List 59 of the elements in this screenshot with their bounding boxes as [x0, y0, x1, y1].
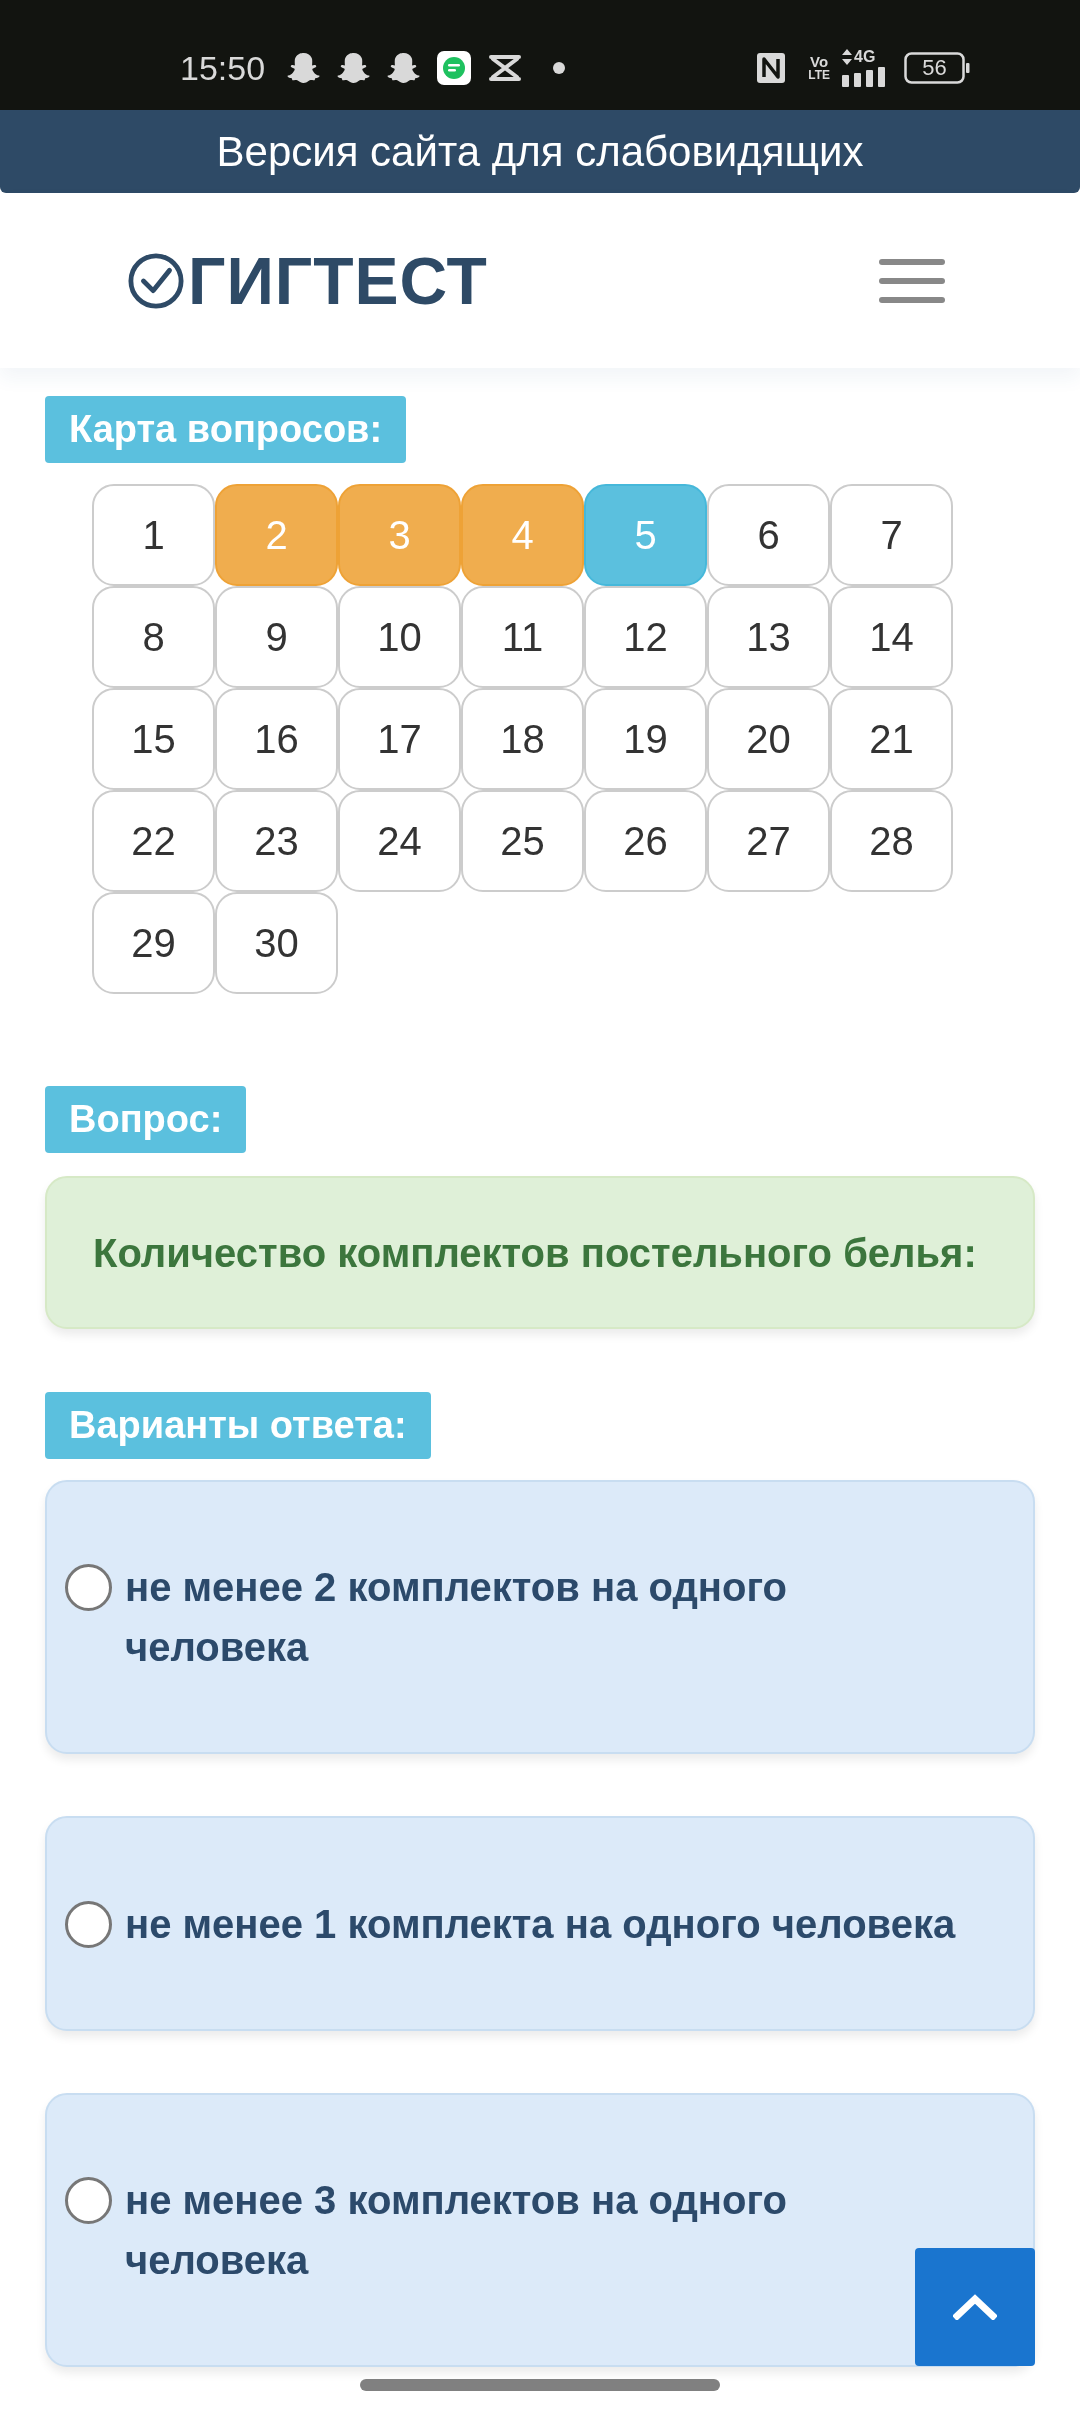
answer-text: не менее 3 комплектов на одного человека: [125, 2177, 788, 2284]
status-time: 15:50: [180, 51, 266, 85]
question-number[interactable]: 12: [584, 586, 707, 688]
question-number[interactable]: 27: [707, 790, 830, 892]
answer-card[interactable]: не менее 1 комплекта на одного человека: [45, 1816, 1035, 2031]
scroll-top-button[interactable]: [915, 2248, 1035, 2366]
ghost-icon: [337, 52, 371, 84]
question-number[interactable]: 23: [215, 790, 338, 892]
question-number[interactable]: 13: [707, 586, 830, 688]
section-label: Вопрос:: [45, 1086, 247, 1153]
radio-button[interactable]: [65, 2177, 112, 2224]
question-number[interactable]: 9: [215, 586, 338, 688]
chat-app-icon: [437, 51, 472, 85]
volte-label: Vo: [810, 54, 829, 69]
ghost-icon: [387, 52, 421, 84]
section-label: Варианты ответа:: [45, 1392, 431, 1459]
accessibility-banner[interactable]: Версия сайта для слабовидящих: [0, 110, 1080, 193]
question-number[interactable]: 6: [707, 484, 830, 586]
volte-label: LTE: [808, 69, 830, 82]
question-text: Количество комплектов постельного белья:: [93, 1229, 977, 1277]
logo-link[interactable]: ГИГТЕСТ: [128, 247, 488, 314]
question-number[interactable]: 11: [461, 586, 584, 688]
radio-button[interactable]: [65, 1900, 112, 1948]
question-number[interactable]: 22: [92, 790, 215, 892]
answer-card[interactable]: не менее 2 комплектов на одного человека: [45, 1480, 1035, 1754]
question-number[interactable]: 15: [92, 688, 215, 790]
question-number[interactable]: 20: [707, 688, 830, 790]
question-number[interactable]: 8: [92, 586, 215, 688]
question-number[interactable]: 17: [338, 688, 461, 790]
signal-icon: [842, 67, 886, 87]
answer-text: не менее 2 комплектов на одного человека: [125, 1564, 788, 1671]
radio-button[interactable]: [65, 1564, 112, 1611]
network-type-label: 4G: [854, 49, 876, 65]
question-number[interactable]: 25: [461, 790, 584, 892]
answer-text: не менее 1 комплекта на одного человека: [125, 1900, 956, 1948]
menu-icon[interactable]: [879, 258, 945, 303]
question-number[interactable]: 19: [584, 688, 707, 790]
chevron-up-icon: [953, 2294, 997, 2320]
question-number[interactable]: 30: [215, 892, 338, 994]
ghost-icon: [287, 52, 321, 84]
question-number[interactable]: 28: [830, 790, 953, 892]
notification-dot-icon: [553, 62, 566, 74]
question-number[interactable]: 26: [584, 790, 707, 892]
question-number[interactable]: 1: [92, 484, 215, 586]
section-label: Карта вопросов:: [45, 396, 407, 463]
question-number[interactable]: 10: [338, 586, 461, 688]
question-number[interactable]: 16: [215, 688, 338, 790]
question-number[interactable]: 24: [338, 790, 461, 892]
question-number[interactable]: 29: [92, 892, 215, 994]
nfc-icon: [756, 52, 787, 84]
question-number[interactable]: 14: [830, 586, 953, 688]
check-circle-icon: [128, 252, 184, 309]
question-number[interactable]: 21: [830, 688, 953, 790]
data-arrows-icon: [842, 49, 852, 65]
x-frame-icon: [488, 53, 523, 83]
answer-card[interactable]: не менее 3 комплектов на одного человека: [45, 2093, 1035, 2367]
question-number[interactable]: 18: [461, 688, 584, 790]
question-number[interactable]: 7: [830, 484, 953, 586]
battery-indicator: 56: [904, 52, 970, 84]
